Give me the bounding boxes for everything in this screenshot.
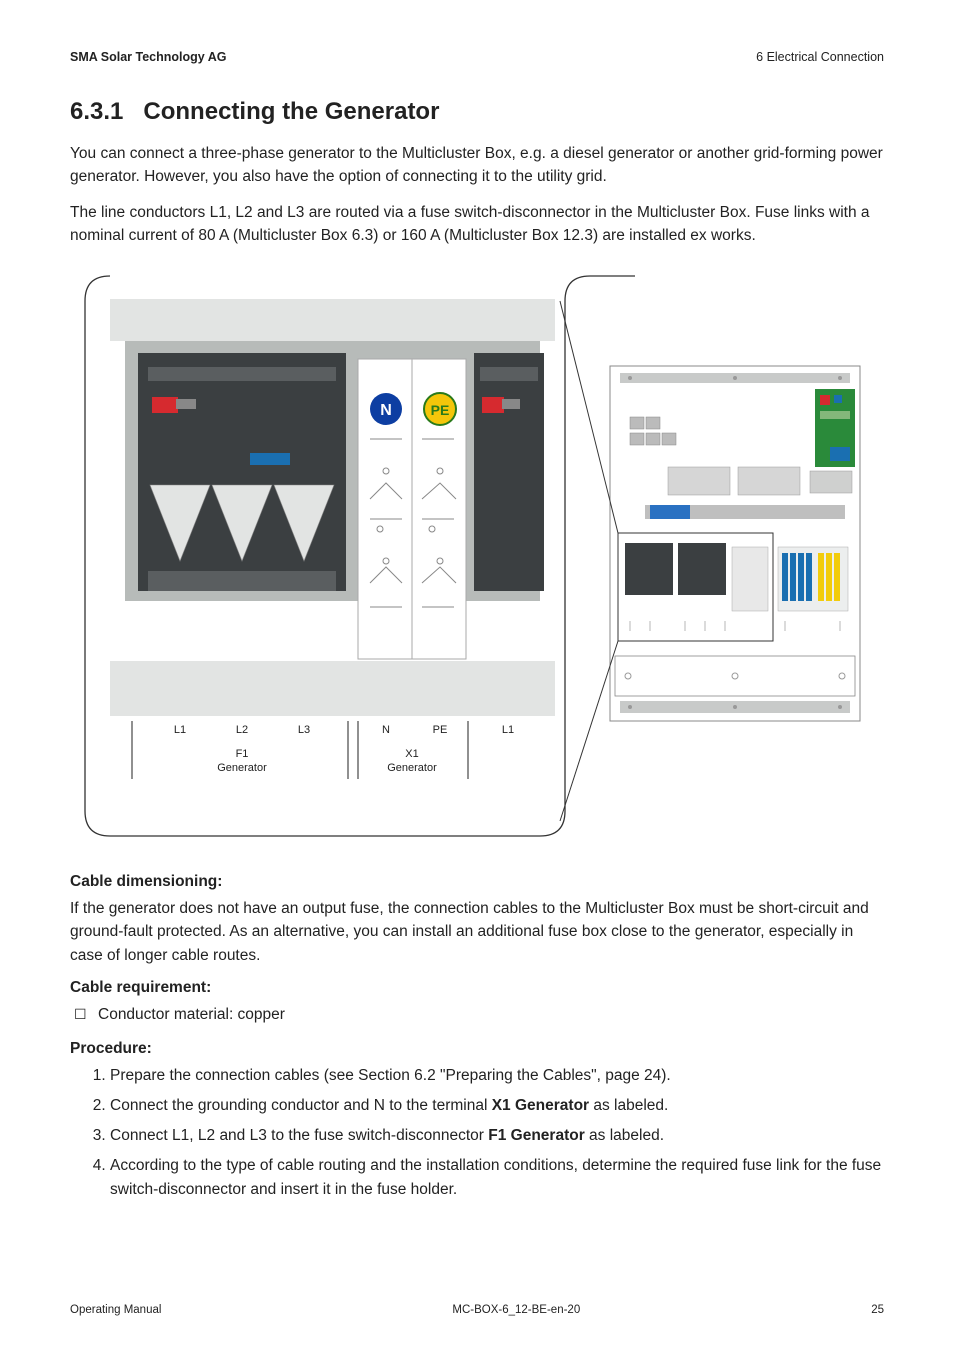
pe-symbol: PE — [431, 402, 450, 418]
header-company: SMA Solar Technology AG — [70, 50, 227, 64]
footer-center: MC-BOX-6_12-BE-en-20 — [452, 1304, 580, 1316]
footer-page-number: 25 — [871, 1304, 884, 1316]
procedure-list: Prepare the connection cables (see Secti… — [70, 1064, 884, 1202]
section-title-text: Connecting the Generator — [143, 98, 439, 125]
paragraph-1: You can connect a three-phase generator … — [70, 142, 884, 189]
procedure-step-3: Connect L1, L2 and L3 to the fuse switch… — [110, 1124, 884, 1148]
label-pe: PE — [433, 724, 448, 736]
procedure-step-1: Prepare the connection cables (see Secti… — [110, 1064, 884, 1088]
cable-requirement-list: Conductor material: copper — [70, 1003, 884, 1028]
label-l2: L2 — [236, 724, 248, 736]
cable-dimensioning-heading: Cable dimensioning: — [70, 873, 884, 891]
n-symbol: N — [380, 402, 392, 419]
procedure-heading: Procedure: — [70, 1040, 884, 1058]
cable-dimensioning-text: If the generator does not have an output… — [70, 897, 884, 967]
label-l1: L1 — [174, 724, 186, 736]
label-l1b: L1 — [502, 724, 514, 736]
footer-left: Operating Manual — [70, 1304, 161, 1316]
cable-requirement-item: Conductor material: copper — [98, 1003, 884, 1028]
paragraph-2: The line conductors L1, L2 and L3 are ro… — [70, 201, 884, 248]
cable-requirement-heading: Cable requirement: — [70, 979, 884, 997]
page-header: SMA Solar Technology AG 6 Electrical Con… — [70, 50, 884, 64]
diagram-svg: N PE L1 L2 L3 N PE L1 F1 Generator — [70, 261, 870, 851]
section-number: 6.3.1 — [70, 98, 123, 125]
page-footer: Operating Manual MC-BOX-6_12-BE-en-20 25 — [70, 1304, 884, 1316]
section-heading: 6.3.1 Connecting the Generator — [70, 98, 884, 126]
x1-text: Generator — [387, 762, 437, 774]
f1-code: F1 — [236, 748, 249, 760]
f1-text: Generator — [217, 762, 267, 774]
connection-diagram: N PE L1 L2 L3 N PE L1 F1 Generator — [70, 261, 884, 851]
label-n: N — [382, 724, 390, 736]
x1-code: X1 — [405, 748, 418, 760]
header-chapter: 6 Electrical Connection — [756, 50, 884, 64]
procedure-step-2: Connect the grounding conductor and N to… — [110, 1094, 884, 1118]
label-l3: L3 — [298, 724, 310, 736]
procedure-step-4: According to the type of cable routing a… — [110, 1154, 884, 1202]
